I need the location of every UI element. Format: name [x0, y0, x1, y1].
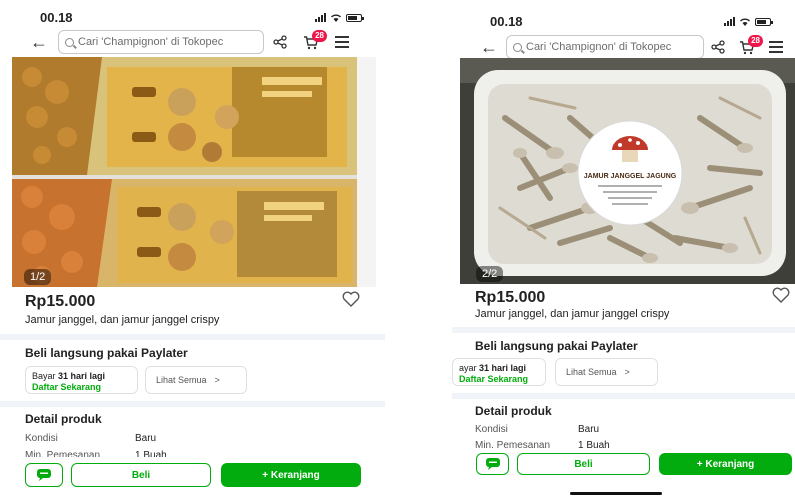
paylater-term: 31 hari lagi — [58, 371, 106, 381]
add-to-cart-button[interactable]: + Keranjang — [659, 453, 792, 475]
heart-icon[interactable] — [342, 291, 360, 312]
detail-heading: Detail produk — [475, 404, 552, 418]
search-placeholder: Cari 'Champignon' di Tokopec — [526, 41, 672, 53]
chat-button[interactable] — [476, 453, 509, 475]
search-icon — [513, 42, 522, 52]
wifi-icon — [330, 13, 342, 22]
see-all-button[interactable]: Lihat Semua > — [145, 366, 247, 394]
detail-key: Kondisi — [475, 424, 508, 435]
search-input[interactable]: Cari 'Champignon' di Tokopec — [506, 35, 704, 59]
detail-heading: Detail produk — [25, 412, 102, 426]
product-title: Jamur janggel, dan jamur janggel crispy — [475, 308, 670, 320]
cart-icon[interactable]: 28 — [737, 34, 763, 55]
paylater-heading: Beli langsung pakai Paylater — [25, 346, 188, 360]
status-bar: 00.18 — [452, 0, 795, 30]
battery-icon — [346, 13, 364, 22]
phone-screenshot-right: 00.18 ← Cari 'Champignon' di Tokopec 28 — [452, 0, 795, 502]
detail-row-condition: Kondisi Baru — [25, 433, 156, 444]
paylater-option-card[interactable]: ayar 31 hari lagi Daftar Sekarang — [452, 358, 546, 386]
search-input[interactable]: Cari 'Champignon' di Tokopec — [58, 30, 264, 54]
image-counter: 2/2 — [476, 266, 504, 282]
chevron-right-icon: > — [214, 375, 220, 385]
wifi-icon — [739, 17, 751, 26]
status-time: 00.18 — [490, 14, 523, 29]
chat-button[interactable] — [25, 463, 63, 487]
chevron-right-icon: > — [624, 367, 630, 377]
cart-count-badge: 28 — [748, 34, 763, 47]
buy-button[interactable]: Beli — [517, 453, 650, 475]
share-icon[interactable] — [271, 35, 289, 49]
phone-screenshot-left: 00.18 ← Cari 'Champignon' di Tokopec 28 — [0, 0, 385, 502]
paylater-term: 31 hari lagi — [479, 363, 527, 373]
detail-value: Baru — [135, 433, 157, 444]
product-image[interactable]: JAMUR JANGGEL JAGUNG — [460, 58, 795, 284]
see-all-label: Lihat Semua — [156, 375, 207, 385]
menu-icon[interactable] — [335, 36, 349, 48]
section-divider — [452, 393, 795, 399]
search-placeholder: Cari 'Champignon' di Tokopec — [78, 36, 224, 48]
status-bar: 00.18 — [0, 0, 385, 30]
back-arrow-icon[interactable]: ← — [30, 33, 52, 51]
status-time: 00.18 — [40, 10, 73, 25]
paylater-option-card[interactable]: Bayar 31 hari lagi Daftar Sekarang — [25, 366, 138, 394]
paylater-register-link: Daftar Sekarang — [459, 374, 529, 384]
image-counter: 1/2 — [24, 269, 52, 285]
section-divider — [0, 334, 385, 340]
heart-icon[interactable] — [772, 287, 790, 308]
paylater-register-link: Daftar Sekarang — [32, 382, 102, 392]
section-divider — [0, 401, 385, 407]
product-price: Rp15.000 — [25, 293, 96, 310]
cart-count-badge: 28 — [312, 29, 327, 42]
product-title: Jamur janggel, dan jamur janggel crispy — [25, 314, 220, 326]
add-to-cart-button[interactable]: + Keranjang — [221, 463, 361, 487]
top-navigation: ← Cari 'Champignon' di Tokopec 28 — [30, 29, 365, 55]
see-all-button[interactable]: Lihat Semua > — [555, 358, 658, 386]
back-arrow-icon[interactable]: ← — [480, 38, 502, 56]
cart-icon[interactable]: 28 — [301, 29, 327, 50]
status-icons — [315, 13, 364, 22]
status-icons — [724, 17, 773, 26]
bottom-action-bar: Beli + Keranjang — [0, 457, 385, 502]
signal-icon — [315, 13, 326, 22]
paylater-term-prefix: Bayar — [32, 371, 59, 381]
product-image[interactable] — [12, 57, 376, 287]
product-price: Rp15.000 — [475, 289, 546, 306]
detail-key: Kondisi — [25, 433, 58, 444]
section-divider — [452, 327, 795, 333]
buy-button[interactable]: Beli — [71, 463, 211, 487]
search-icon — [65, 37, 74, 47]
chat-icon — [485, 458, 500, 470]
see-all-label: Lihat Semua — [566, 367, 617, 377]
signal-icon — [724, 17, 735, 26]
paylater-term-prefix: ayar — [459, 363, 480, 373]
detail-value: Baru — [578, 424, 600, 435]
bottom-action-bar: Beli + Keranjang — [452, 448, 795, 502]
sticker-label: JAMUR JANGGEL JAGUNG — [584, 173, 677, 180]
paylater-heading: Beli langsung pakai Paylater — [475, 339, 638, 353]
chat-icon — [37, 469, 51, 481]
home-indicator[interactable] — [570, 492, 662, 495]
battery-icon — [755, 17, 773, 26]
top-navigation: ← Cari 'Champignon' di Tokopec 28 — [480, 34, 790, 60]
detail-row-condition: Kondisi Baru — [475, 424, 599, 435]
menu-icon[interactable] — [769, 41, 783, 53]
share-icon[interactable] — [709, 40, 727, 54]
